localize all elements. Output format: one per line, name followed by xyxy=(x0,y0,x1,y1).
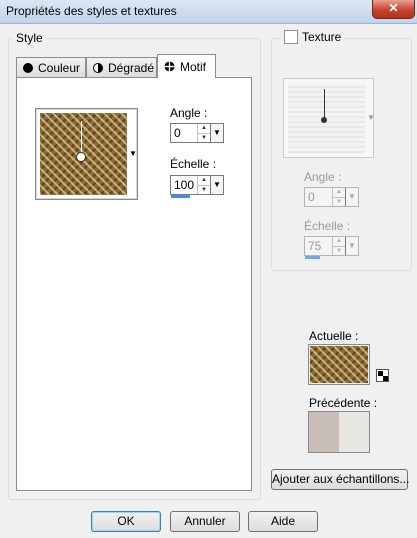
down-arrow-icon[interactable]: ▼ xyxy=(198,184,210,195)
chevron-down-icon[interactable]: ▼ xyxy=(210,124,223,142)
tab-degrade-label: Dégradé xyxy=(108,61,155,75)
current-label: Actuelle : xyxy=(309,329,359,343)
texture-scale-value: 75 xyxy=(308,239,322,253)
down-arrow-icon: ▼ xyxy=(333,245,345,256)
half-circle-icon xyxy=(93,63,103,73)
cancel-button[interactable]: Annuler xyxy=(170,511,240,532)
chevron-down-icon: ▼ xyxy=(345,188,358,206)
pattern-grid-icon xyxy=(164,61,175,72)
tab-motif-label: Motif xyxy=(180,59,207,74)
up-arrow-icon[interactable]: ▲ xyxy=(198,124,210,133)
current-swatch xyxy=(308,344,370,385)
scale-level-bar xyxy=(171,195,190,198)
current-pattern-preview xyxy=(310,346,368,383)
texture-scale-level-bar xyxy=(305,256,320,259)
previous-color-left xyxy=(309,412,339,452)
up-arrow-icon: ▲ xyxy=(336,189,342,195)
chevron-down-icon[interactable]: ▼ xyxy=(210,176,223,194)
down-arrow-icon[interactable]: ▼ xyxy=(198,132,210,143)
texture-angle-label: Angle : xyxy=(304,170,342,184)
pattern-angle-needle xyxy=(81,121,82,157)
title-bar: Propriétés des styles et textures ✕ xyxy=(0,0,417,24)
texture-selector: ▼ xyxy=(283,78,375,158)
previous-label: Précédente : xyxy=(309,396,378,410)
help-button[interactable]: Aide xyxy=(248,511,318,532)
texture-angle-value: 0 xyxy=(308,190,315,204)
tab-degrade[interactable]: Dégradé xyxy=(86,57,157,78)
scale-label: Échelle : xyxy=(170,157,217,171)
texture-angle-stepper: 0 ▲ ▼ ▼ xyxy=(304,187,359,207)
add-to-samples-button[interactable]: Ajouter aux échantillons... xyxy=(271,469,409,490)
texture-checkbox[interactable] xyxy=(284,30,298,44)
up-arrow-icon: ▲ xyxy=(336,238,342,244)
tab-couleur-label: Couleur xyxy=(38,61,81,75)
angle-stepper[interactable]: 0 ▲ ▼ ▼ xyxy=(170,123,224,143)
swap-icon[interactable] xyxy=(376,369,389,382)
angle-label: Angle : xyxy=(170,106,208,120)
texture-group-label: Texture xyxy=(302,30,342,44)
pattern-selector[interactable]: ▼ xyxy=(35,108,138,200)
close-button[interactable]: ✕ xyxy=(372,0,415,19)
up-arrow-icon[interactable]: ▲ xyxy=(198,176,210,185)
pattern-center-marker xyxy=(77,153,85,161)
chevron-down-icon: ▼ xyxy=(345,237,358,255)
texture-scale-stepper: 75 ▲ ▼ ▼ xyxy=(304,236,359,256)
texture-scale-label: Échelle : xyxy=(304,219,351,233)
tab-couleur[interactable]: Couleur xyxy=(16,57,86,78)
down-arrow-icon: ▼ xyxy=(333,196,345,207)
texture-center-marker xyxy=(321,117,327,123)
angle-value[interactable]: 0 xyxy=(171,124,197,142)
chevron-down-icon: ▼ xyxy=(367,113,375,122)
scale-value[interactable]: 100 xyxy=(171,176,197,194)
previous-color-right xyxy=(339,412,369,452)
tab-motif[interactable]: Motif xyxy=(157,54,216,78)
ok-button[interactable]: OK xyxy=(91,511,161,532)
filled-circle-icon xyxy=(23,63,33,73)
style-group-label: Style xyxy=(13,31,46,45)
window-title: Propriétés des styles et textures xyxy=(6,4,177,18)
scale-stepper[interactable]: 100 ▲ ▼ ▼ xyxy=(170,175,224,195)
texture-group-header: Texture xyxy=(281,30,345,44)
previous-swatch[interactable] xyxy=(308,411,370,453)
chevron-down-icon[interactable]: ▼ xyxy=(129,149,137,158)
